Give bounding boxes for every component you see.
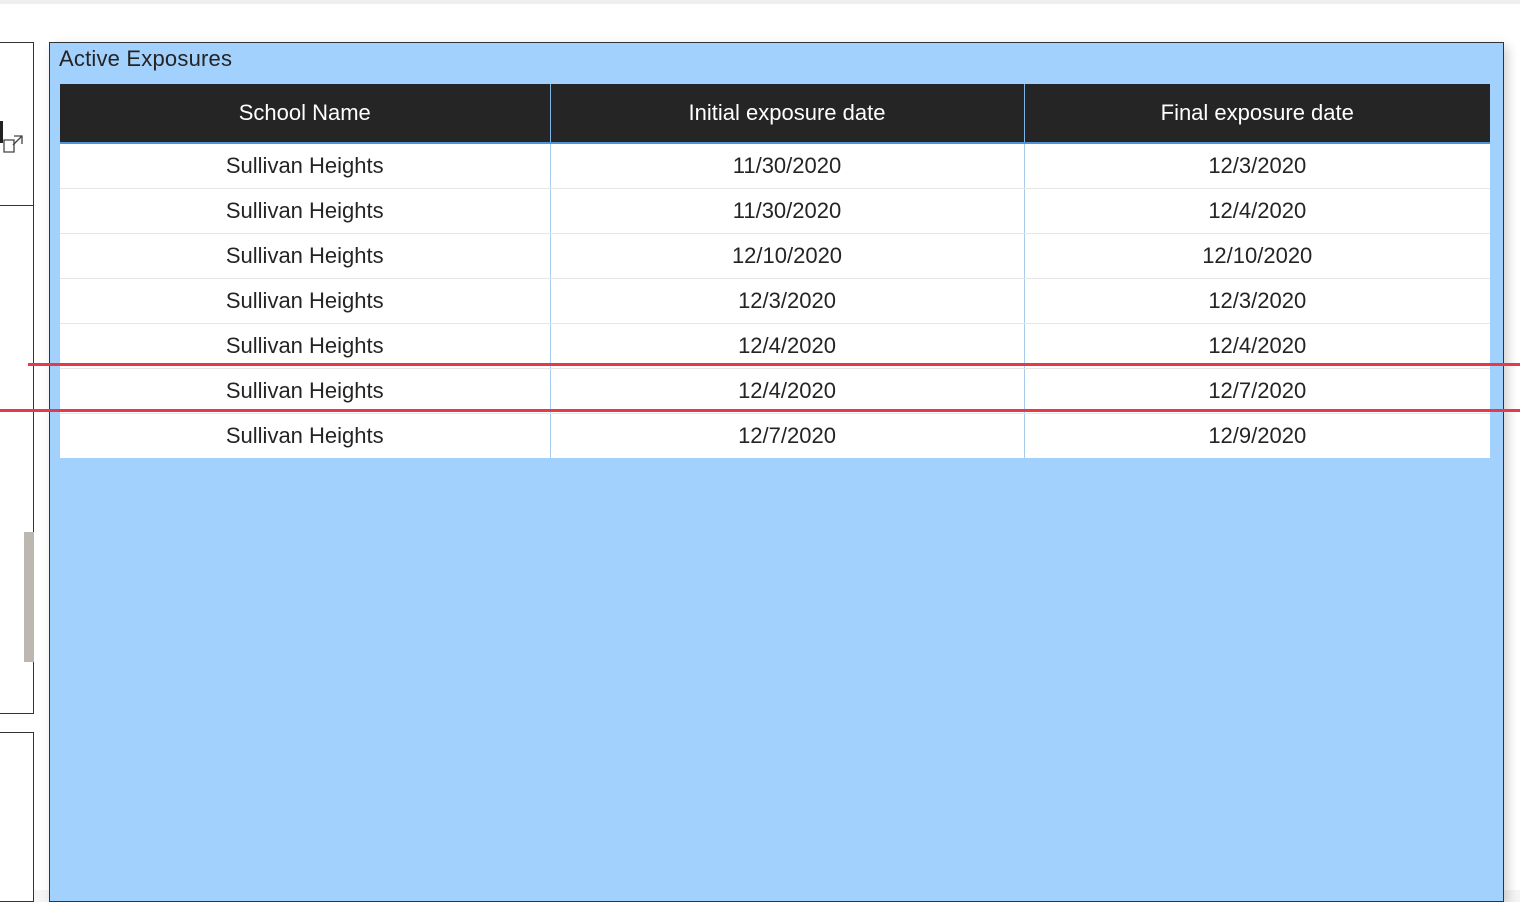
cell-final-exposure-date: 12/3/2020: [1024, 278, 1490, 324]
column-header-final-exposure-date[interactable]: Final exposure date: [1024, 84, 1490, 144]
cell-initial-exposure-date: 12/3/2020: [550, 278, 1025, 324]
visual-title: Active Exposures: [59, 46, 233, 71]
table-row[interactable]: Sullivan Heights 12/3/2020 12/3/2020: [60, 278, 1490, 324]
left-visual-divider: [0, 205, 34, 206]
cell-initial-exposure-date: 12/4/2020: [550, 368, 1025, 414]
cell-final-exposure-date: 12/7/2020: [1024, 368, 1490, 414]
cell-school-name: Sullivan Heights: [60, 413, 551, 458]
cell-final-exposure-date: 12/9/2020: [1024, 413, 1490, 458]
table-row[interactable]: Sullivan Heights 12/7/2020 12/9/2020: [60, 413, 1490, 458]
left-lower-visual-container: [0, 732, 34, 902]
cell-school-name: Sullivan Heights: [60, 233, 551, 279]
table-row[interactable]: Sullivan Heights 11/30/2020 12/4/2020: [60, 188, 1490, 234]
cell-school-name: Sullivan Heights: [60, 188, 551, 234]
cell-initial-exposure-date: 11/30/2020: [550, 143, 1025, 189]
cell-initial-exposure-date: 12/7/2020: [550, 413, 1025, 458]
scrollbar-thumb[interactable]: [24, 532, 34, 662]
cell-initial-exposure-date: 12/4/2020: [550, 323, 1025, 369]
highlight-line-top: [28, 363, 1520, 366]
table-header-row: School Name Initial exposure date Final …: [60, 84, 1490, 144]
active-exposures-visual[interactable]: Active Exposures School Name Initial exp…: [49, 42, 1504, 902]
cell-final-exposure-date: 12/4/2020: [1024, 323, 1490, 369]
exposures-table: School Name Initial exposure date Final …: [60, 84, 1490, 458]
highlight-line-bottom: [0, 409, 1520, 412]
cell-school-name: Sullivan Heights: [60, 278, 551, 324]
table-row[interactable]: Sullivan Heights 12/4/2020 12/7/2020: [60, 368, 1490, 414]
cell-school-name: Sullivan Heights: [60, 368, 551, 414]
table-row[interactable]: Sullivan Heights 12/4/2020 12/4/2020: [60, 323, 1490, 369]
cell-school-name: Sullivan Heights: [60, 143, 551, 189]
column-header-initial-exposure-date[interactable]: Initial exposure date: [550, 84, 1025, 144]
cell-final-exposure-date: 12/3/2020: [1024, 143, 1490, 189]
table-row[interactable]: Sullivan Heights 12/10/2020 12/10/2020: [60, 233, 1490, 279]
table-row[interactable]: Sullivan Heights 11/30/2020 12/3/2020: [60, 143, 1490, 189]
cell-final-exposure-date: 12/4/2020: [1024, 188, 1490, 234]
cell-school-name: Sullivan Heights: [60, 323, 551, 369]
cell-final-exposure-date: 12/10/2020: [1024, 233, 1490, 279]
column-header-school-name[interactable]: School Name: [60, 84, 551, 144]
cell-initial-exposure-date: 12/10/2020: [550, 233, 1025, 279]
focus-mode-icon[interactable]: [2, 132, 24, 154]
cell-initial-exposure-date: 11/30/2020: [550, 188, 1025, 234]
